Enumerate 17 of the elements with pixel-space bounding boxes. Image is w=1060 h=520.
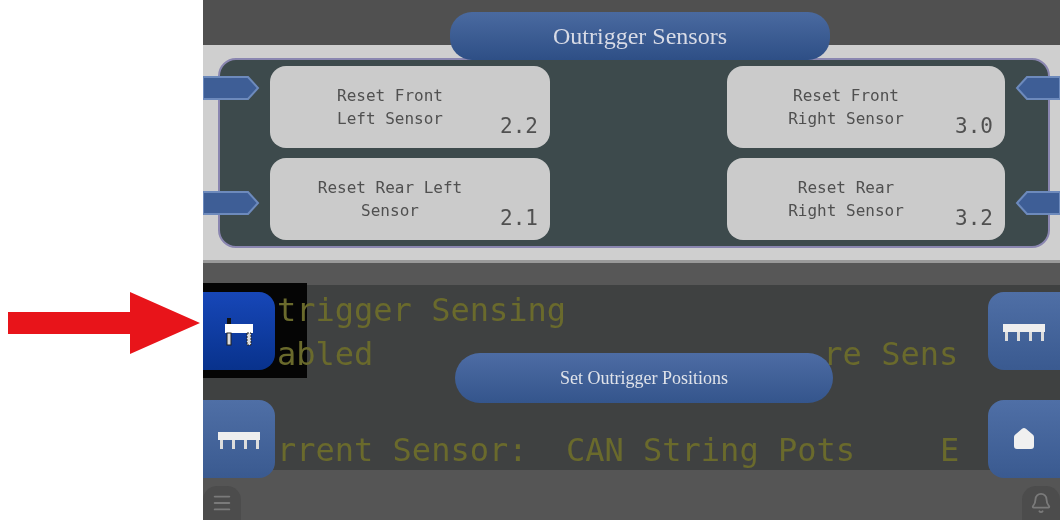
nav-button[interactable]: [988, 292, 1060, 370]
connector-tab: [203, 190, 260, 216]
nav-button[interactable]: [988, 400, 1060, 478]
bell-icon: [1030, 492, 1052, 514]
reset-sensor-button[interactable]: Reset Rear Left Sensor 2.1: [270, 158, 550, 240]
set-positions-button[interactable]: Set Outrigger Positions: [455, 353, 833, 403]
connector-tab: [1015, 75, 1060, 101]
dialog-title: Outrigger Sensors: [450, 12, 830, 60]
reset-sensor-button[interactable]: Reset Front Right Sensor 3.0: [727, 66, 1005, 148]
connector-tab: [1015, 190, 1060, 216]
nav-button[interactable]: [203, 292, 275, 370]
home-icon: [1012, 427, 1036, 451]
arrow-icon: [8, 292, 200, 354]
reset-sensor-button[interactable]: Reset Rear Right Sensor 3.2: [727, 158, 1005, 240]
connector-tab: [203, 75, 260, 101]
nav-button[interactable]: [203, 400, 275, 478]
reset-sensor-button[interactable]: Reset Front Left Sensor 2.2: [270, 66, 550, 148]
